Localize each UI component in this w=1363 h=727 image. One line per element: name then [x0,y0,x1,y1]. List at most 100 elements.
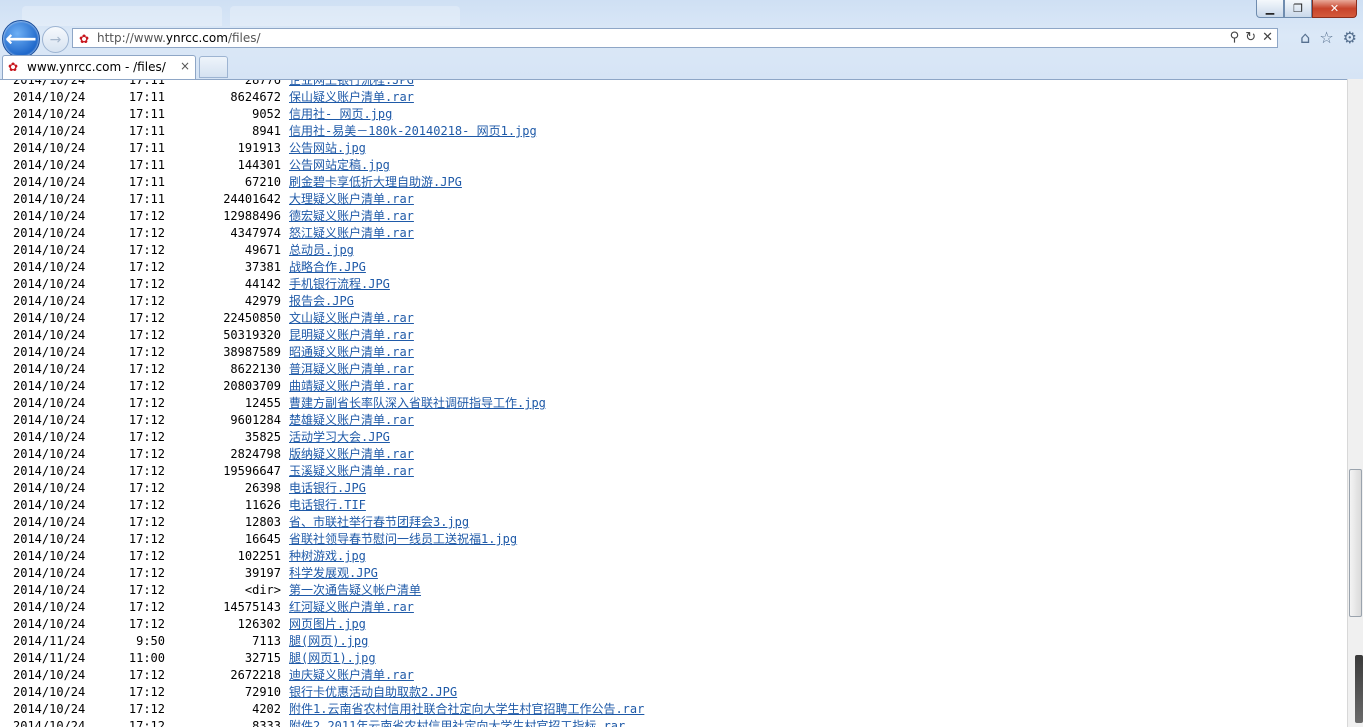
file-link[interactable]: 报告会.JPG [289,294,354,308]
file-link[interactable]: 昭通疑义账户清单.rar [289,345,414,359]
file-link[interactable]: 大理疑义账户清单.rar [289,192,414,206]
file-link[interactable]: 红河疑义账户清单.rar [289,600,414,614]
table-row: 2014/10/24 17:11 24401642 大理疑义账户清单.rar [13,191,644,208]
file-link[interactable]: 文山疑义账户清单.rar [289,311,414,325]
home-icon[interactable]: ⌂ [1300,28,1310,47]
file-date: 2014/10/24 [13,498,86,512]
refresh-icon[interactable]: ↻ [1245,30,1256,45]
file-link[interactable]: 信用社- 网页.jpg [289,107,392,121]
file-size: 144301 [237,158,281,172]
file-link[interactable]: 战略合作.JPG [289,260,366,274]
file-size: 12803 [244,515,281,529]
file-time: 17:12 [128,379,165,393]
file-link[interactable]: 省联社领导春节慰问一线员工送祝福1.jpg [289,532,517,546]
address-bar[interactable]: ✿ http://www.ynrcc.com/files/ ⚲ ↻ ✕ [72,28,1278,48]
file-link[interactable]: 种树游戏.jpg [289,549,366,563]
table-row: 2014/10/24 17:11 8624672 保山疑义账户清单.rar [13,89,644,106]
file-link[interactable]: 迪庆疑义账户清单.rar [289,668,414,682]
tools-gear-icon[interactable]: ⚙ [1343,28,1357,47]
file-date: 2014/11/24 [13,634,86,648]
file-date: 2014/10/24 [13,702,86,716]
table-row: 2014/10/24 17:12 35825 活动学习大会.JPG [13,429,644,446]
file-link[interactable]: 省、市联社举行春节团拜会3.jpg [289,515,469,529]
tab-close-icon[interactable]: × [180,59,190,73]
file-link[interactable]: 电话银行.TIF [289,498,366,512]
file-time: 17:12 [128,498,165,512]
file-link[interactable]: 曲靖疑义账户清单.rar [289,379,414,393]
file-size: 39197 [244,566,281,580]
file-size: 8333 [252,719,281,727]
file-link[interactable]: 玉溪疑义账户清单.rar [289,464,414,478]
file-link[interactable]: 昆明疑义账户清单.rar [289,328,414,342]
file-link[interactable]: 德宏疑义账户清单.rar [289,209,414,223]
file-date: 2014/10/24 [13,549,86,563]
search-icon[interactable]: ⚲ [1230,30,1240,45]
table-row: 2014/10/24 17:12 8622130 普洱疑义账户清单.rar [13,361,644,378]
file-link[interactable]: 普洱疑义账户清单.rar [289,362,414,376]
file-link[interactable]: 保山疑义账户清单.rar [289,90,414,104]
file-size: 191913 [237,141,281,155]
file-date: 2014/10/24 [13,566,86,580]
file-size: 12455 [244,396,281,410]
file-link[interactable]: 科学发展观.JPG [289,566,378,580]
file-link[interactable]: 公告网站定稿.jpg [289,158,390,172]
forward-arrow-icon: → [49,31,62,48]
tab-active[interactable]: ✿ www.ynrcc.com - /files/ × [2,55,196,79]
maximize-button[interactable]: ❐ [1284,0,1312,18]
file-size: 50319320 [223,328,281,342]
file-link[interactable]: 公告网站.jpg [289,141,366,155]
file-date: 2014/10/24 [13,345,86,359]
file-link[interactable]: 楚雄疑义账户清单.rar [289,413,414,427]
file-date: 2014/10/24 [13,617,86,631]
back-button[interactable]: ⟵ [2,20,40,58]
scrollbar-thumb[interactable] [1349,469,1362,617]
file-link[interactable]: 手机银行流程.JPG [289,277,390,291]
file-time: 17:12 [128,481,165,495]
file-link[interactable]: 第一次通告疑义帐户清单 [289,583,421,597]
file-link[interactable]: 曹建方副省长率队深入省联社调研指导工作.jpg [289,396,546,410]
file-link[interactable]: 版纳疑义账户清单.rar [289,447,414,461]
file-time: 9:50 [136,634,165,648]
resize-grip[interactable] [1355,655,1363,723]
file-link[interactable]: 刷金碧卡享低折大理自助游.JPG [289,175,462,189]
file-link[interactable]: 信用社-易美－180k-20140218- 网页1.jpg [289,124,537,138]
close-window-button[interactable]: ✕ [1312,0,1357,18]
file-link[interactable]: 网页图片.jpg [289,617,366,631]
table-row: 2014/10/24 17:12 2672218 迪庆疑义账户清单.rar [13,667,644,684]
table-row: 2014/10/24 17:11 144301 公告网站定稿.jpg [13,157,644,174]
file-time: 17:12 [128,430,165,444]
file-time: 17:11 [128,107,165,121]
file-link[interactable]: 腿(网页).jpg [289,634,368,648]
stop-icon[interactable]: ✕ [1262,30,1273,45]
file-date: 2014/10/24 [13,379,86,393]
file-link[interactable]: 怒江疑义账户清单.rar [289,226,414,240]
table-row: 2014/10/24 17:11 67210 刷金碧卡享低折大理自助游.JPG [13,174,644,191]
file-time: 17:12 [128,277,165,291]
file-date: 2014/10/24 [13,90,86,104]
table-row: 2014/10/24 17:12 49671 总动员.jpg [13,242,644,259]
new-tab-button[interactable] [199,56,228,78]
file-link[interactable]: 腿(网页1).jpg [289,651,376,665]
file-link[interactable]: 附件1.云南省农村信用社联合社定向大学生村官招聘工作公告.rar [289,702,644,716]
minimize-icon: ▁ [1265,2,1275,15]
file-size: 7113 [252,634,281,648]
file-time: 17:11 [128,158,165,172]
address-url[interactable]: http://www.ynrcc.com/files/ [97,31,261,45]
file-link[interactable]: 银行卡优惠活动自助取款2.JPG [289,685,457,699]
file-link[interactable]: 活动学习大会.JPG [289,430,390,444]
file-link[interactable]: 企业网上银行流程.JPG [289,80,414,87]
file-link[interactable]: 电话银行.JPG [289,481,366,495]
file-size: 28776 [244,79,281,87]
vertical-scrollbar[interactable] [1347,79,1363,727]
file-date: 2014/10/24 [13,209,86,223]
table-row: 2014/10/24 17:12 39197 科学发展观.JPG [13,565,644,582]
file-date: 2014/10/24 [13,583,86,597]
forward-button[interactable]: → [42,26,69,53]
favorites-star-icon[interactable]: ☆ [1319,28,1333,47]
file-link[interactable]: 总动员.jpg [289,243,354,257]
table-row: 2014/10/24 17:12 72910 银行卡优惠活动自助取款2.JPG [13,684,644,701]
file-date: 2014/10/24 [13,277,86,291]
file-link[interactable]: 附件2.2011年云南省农村信用社定向大学生村官招工指标.rar [289,719,625,727]
table-row: 2014/10/24 17:12 22450850 文山疑义账户清单.rar [13,310,644,327]
minimize-button[interactable]: ▁ [1256,0,1284,18]
